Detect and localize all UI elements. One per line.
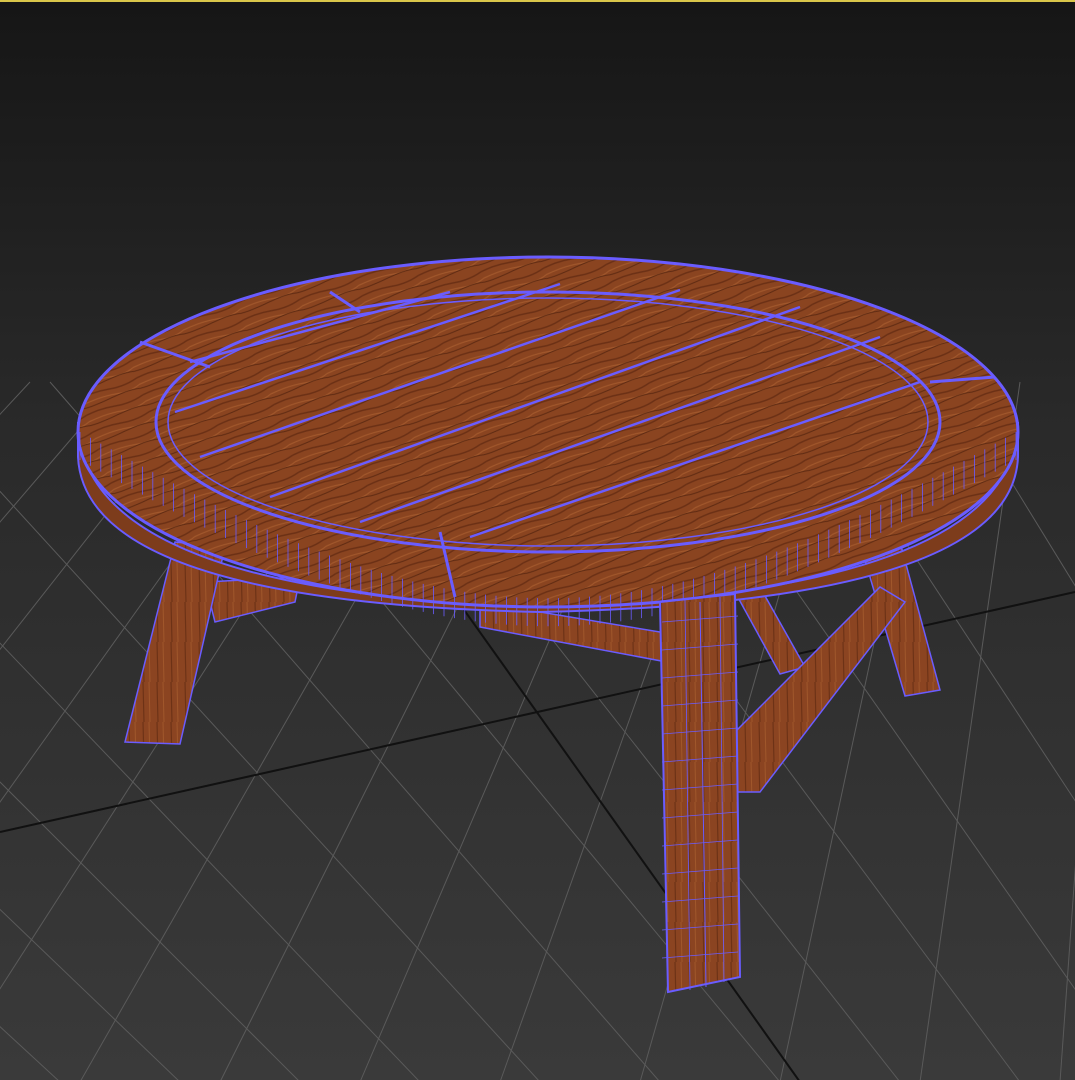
- perspective-viewport[interactable]: [0, 0, 1075, 1080]
- table-top: [76, 255, 1020, 627]
- table-leg-front: [658, 592, 742, 994]
- viewport-canvas[interactable]: [0, 2, 1075, 1080]
